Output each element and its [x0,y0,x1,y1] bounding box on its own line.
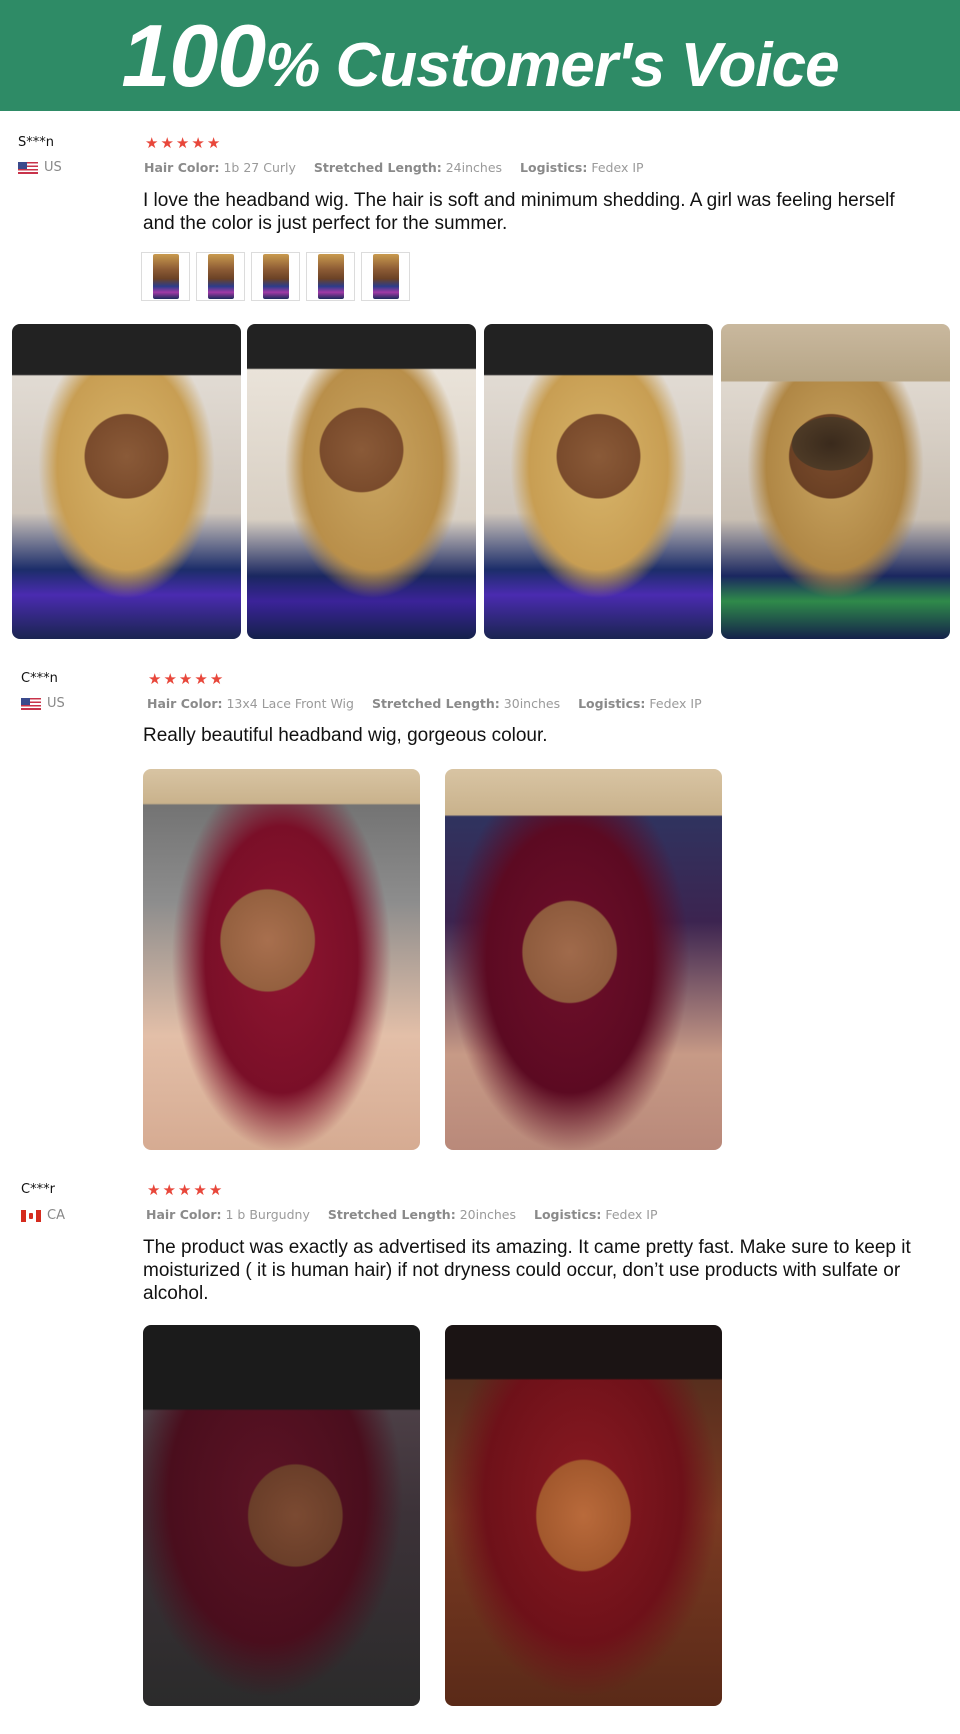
reviewer-country: CA [21,1208,65,1223]
stretched-length-value: 20inches [459,1207,516,1222]
review-item-3: C***r CA ★ ★ ★ ★ ★ Hair Color: 1 b Burgu… [0,0,960,1720]
review-photo[interactable] [445,1325,722,1706]
star-icon: ★ [177,1181,192,1199]
star-icon: ★ [162,1181,176,1199]
review-photo[interactable] [143,1325,420,1706]
hair-color-label: Hair Color: [146,1207,222,1222]
logistics-label: Logistics: [533,1207,602,1222]
review-attributes: Hair Color: 1 b Burgudny Stretched Lengt… [146,1207,672,1222]
reviewer-name: C***r [21,1182,55,1197]
star-icon: ★ [147,1181,161,1199]
star-icon: ★ [208,1181,223,1199]
country-code: CA [47,1208,65,1223]
review-text: The product was exactly as advertised it… [143,1237,911,1304]
star-rating: ★ ★ ★ ★ ★ [147,1183,222,1198]
stretched-length-label: Stretched Length: [327,1207,456,1222]
hair-color-value: 1 b Burgudny [225,1207,310,1222]
canada-flag-icon [21,1209,41,1222]
logistics-value: Fedex IP [605,1207,658,1222]
star-icon: ★ [193,1181,207,1199]
